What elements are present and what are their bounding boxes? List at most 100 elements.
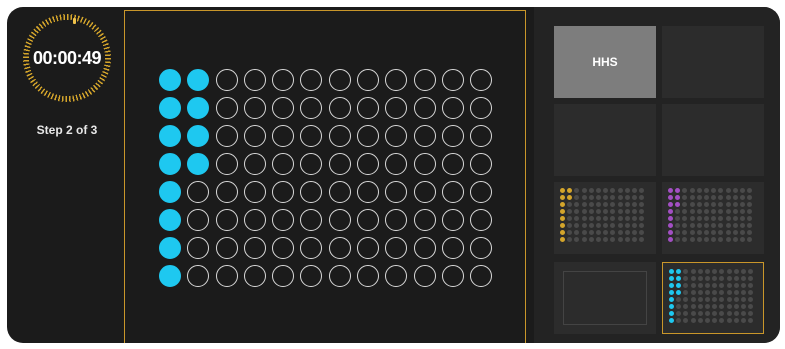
well-empty[interactable] [243,69,266,91]
well-filled[interactable] [159,153,181,175]
well-empty[interactable] [187,237,210,259]
well-empty[interactable] [470,209,493,231]
well-filled[interactable] [159,265,181,287]
well-empty[interactable] [215,97,238,119]
well-empty[interactable] [187,265,210,287]
well-empty[interactable] [272,237,295,259]
well-filled[interactable] [159,237,181,259]
well-empty[interactable] [300,125,323,147]
well-empty[interactable] [187,209,210,231]
tile-empty[interactable] [554,104,656,176]
well-empty[interactable] [300,237,323,259]
well-empty[interactable] [357,237,380,259]
well-empty[interactable] [243,97,266,119]
well-empty[interactable] [215,125,238,147]
well-empty[interactable] [470,97,493,119]
well-empty[interactable] [470,181,493,203]
well-filled[interactable] [159,181,181,203]
well-empty[interactable] [357,125,380,147]
well-empty[interactable] [328,69,351,91]
well-empty[interactable] [272,125,295,147]
tile-outline[interactable] [554,262,656,334]
well-empty[interactable] [272,69,295,91]
well-empty[interactable] [413,69,436,91]
well-filled[interactable] [159,69,181,91]
well-empty[interactable] [272,181,295,203]
well-empty[interactable] [385,69,408,91]
well-empty[interactable] [441,181,464,203]
well-filled[interactable] [187,125,210,147]
well-empty[interactable] [413,153,436,175]
well-empty[interactable] [215,69,238,91]
well-filled[interactable] [159,125,181,147]
well-empty[interactable] [470,125,493,147]
well-empty[interactable] [243,209,266,231]
tile-hhs[interactable]: HHS [554,26,656,98]
well-empty[interactable] [357,69,380,91]
tile-empty[interactable] [662,104,764,176]
well-empty[interactable] [328,237,351,259]
well-empty[interactable] [328,97,351,119]
well-empty[interactable] [215,209,238,231]
well-empty[interactable] [385,97,408,119]
well-empty[interactable] [470,265,493,287]
well-empty[interactable] [441,153,464,175]
well-empty[interactable] [385,209,408,231]
tile-empty[interactable] [662,26,764,98]
well-empty[interactable] [328,153,351,175]
well-empty[interactable] [272,209,295,231]
well-empty[interactable] [357,97,380,119]
well-empty[interactable] [441,97,464,119]
well-empty[interactable] [385,125,408,147]
well-filled[interactable] [159,209,181,231]
well-empty[interactable] [470,69,493,91]
well-empty[interactable] [243,181,266,203]
well-empty[interactable] [413,125,436,147]
well-filled[interactable] [159,97,181,119]
well-empty[interactable] [413,265,436,287]
well-empty[interactable] [243,265,266,287]
well-empty[interactable] [441,69,464,91]
well-empty[interactable] [357,209,380,231]
well-empty[interactable] [470,153,493,175]
tile-plate-cyan-selected[interactable] [662,262,764,334]
well-empty[interactable] [357,153,380,175]
well-empty[interactable] [413,181,436,203]
well-empty[interactable] [272,265,295,287]
well-empty[interactable] [300,181,323,203]
well-filled[interactable] [187,97,210,119]
well-empty[interactable] [187,181,210,203]
well-empty[interactable] [215,181,238,203]
well-empty[interactable] [243,125,266,147]
well-empty[interactable] [300,69,323,91]
well-empty[interactable] [413,97,436,119]
well-empty[interactable] [243,153,266,175]
well-empty[interactable] [300,209,323,231]
well-empty[interactable] [328,125,351,147]
well-empty[interactable] [413,209,436,231]
tile-plate-purple[interactable] [662,182,764,254]
well-empty[interactable] [385,181,408,203]
well-empty[interactable] [328,265,351,287]
well-empty[interactable] [357,181,380,203]
well-filled[interactable] [187,153,210,175]
well-empty[interactable] [300,97,323,119]
well-empty[interactable] [441,265,464,287]
well-empty[interactable] [357,265,380,287]
well-empty[interactable] [243,237,266,259]
well-empty[interactable] [215,265,238,287]
well-empty[interactable] [385,265,408,287]
tile-plate-gold[interactable] [554,182,656,254]
well-empty[interactable] [441,209,464,231]
well-filled[interactable] [187,69,210,91]
well-empty[interactable] [470,237,493,259]
well-empty[interactable] [385,237,408,259]
well-empty[interactable] [441,237,464,259]
well-empty[interactable] [272,97,295,119]
well-empty[interactable] [328,181,351,203]
well-empty[interactable] [441,125,464,147]
well-empty[interactable] [328,209,351,231]
well-empty[interactable] [413,237,436,259]
well-empty[interactable] [215,153,238,175]
well-empty[interactable] [215,237,238,259]
